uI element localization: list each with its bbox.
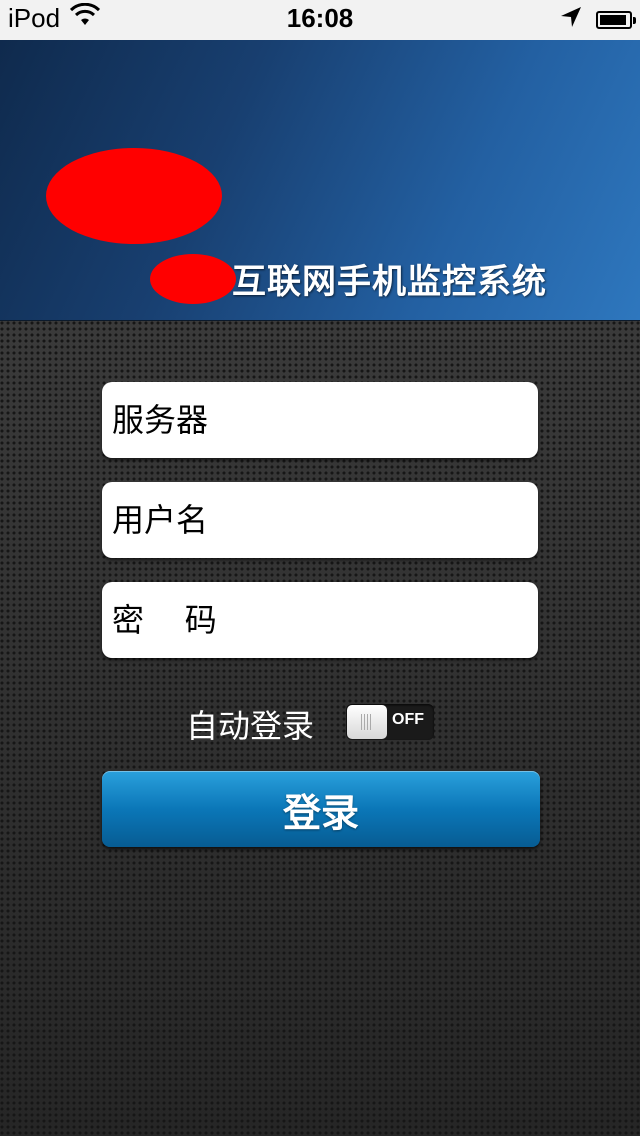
- location-arrow-icon: [560, 6, 582, 33]
- status-right: [560, 6, 636, 33]
- server-field[interactable]: [102, 382, 538, 458]
- password-input[interactable]: [102, 582, 538, 658]
- login-button[interactable]: 登录: [102, 771, 540, 847]
- app-title: 互联网手机监控系统: [232, 262, 547, 302]
- auto-login-label: 自动登录: [186, 707, 315, 745]
- server-input[interactable]: [102, 382, 538, 458]
- redacted-text: [150, 254, 236, 304]
- password-field[interactable]: [102, 582, 538, 658]
- toggle-state-text: OFF: [392, 711, 424, 728]
- status-time: 16:08: [286, 3, 354, 33]
- login-form: 自动登录 OFF 登录: [0, 321, 640, 1136]
- username-input[interactable]: [102, 482, 538, 558]
- toggle-knob: [347, 705, 387, 739]
- header-banner: 互联网手机监控系统: [0, 40, 640, 321]
- status-bar: iPod 16:08: [0, 0, 640, 40]
- username-field[interactable]: [102, 482, 538, 558]
- battery-level: [600, 14, 626, 25]
- redacted-logo: [46, 148, 222, 244]
- auto-login-toggle[interactable]: OFF: [346, 704, 434, 740]
- battery-charging-icon: [596, 10, 636, 29]
